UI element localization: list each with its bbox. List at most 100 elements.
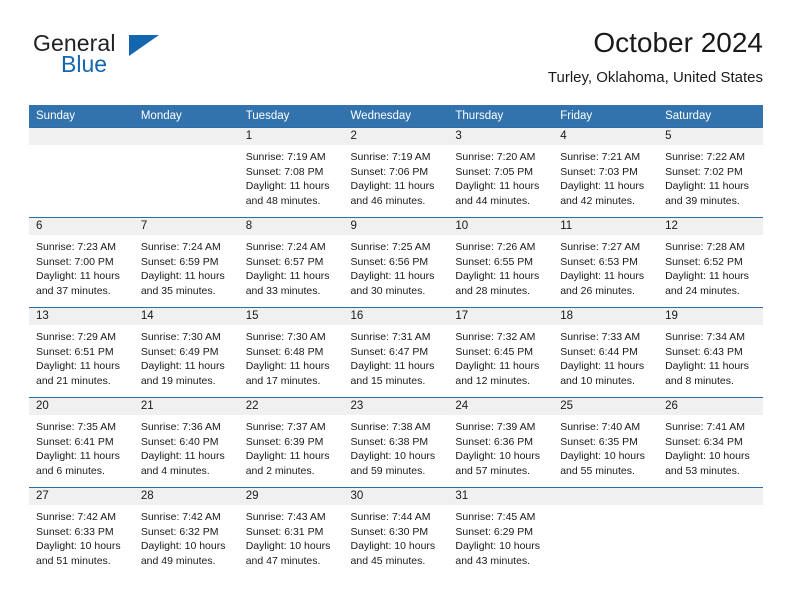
weekday-header-sunday: Sunday bbox=[29, 105, 134, 128]
day-detail-line: Daylight: 11 hours bbox=[350, 270, 435, 283]
day-detail-line: Sunrise: 7:19 AM bbox=[245, 151, 326, 163]
calendar-day-cell[interactable]: 28 Sunrise: 7:42 AM Sunset: 6:32 PM Dayligh… bbox=[133, 487, 239, 577]
day-detail-line: Sunset: 6:38 PM bbox=[350, 435, 429, 448]
calendar-day-cell[interactable]: 8 Sunrise: 7:24 AM Sunset: 6:57 PM Daylight… bbox=[238, 217, 344, 308]
day-detail-line: and 48 minutes. bbox=[245, 194, 321, 207]
day-details: Sunrise: 7:32 AM Sunset: 6:45 PM Daylight:… bbox=[448, 325, 553, 388]
day-detail-line: and 10 minutes. bbox=[560, 374, 635, 387]
calendar-day-cell[interactable]: 14 Sunrise: 7:30 AM Sunset: 6:49 PM Dayligh… bbox=[133, 307, 239, 398]
calendar-day-cell[interactable]: 23 Sunrise: 7:38 AM Sunset: 6:38 PM Dayligh… bbox=[343, 397, 449, 488]
day-detail-line: and 4 minutes. bbox=[140, 464, 210, 477]
day-number: 31 bbox=[448, 488, 554, 505]
day-detail-line: Sunrise: 7:43 AM bbox=[245, 511, 326, 523]
calendar-day-cell[interactable]: 18 Sunrise: 7:33 AM Sunset: 6:44 PM Dayligh… bbox=[553, 307, 659, 398]
calendar-day-cell[interactable]: 19 Sunrise: 7:34 AM Sunset: 6:43 PM Dayligh… bbox=[658, 307, 763, 398]
day-details: Sunrise: 7:27 AM Sunset: 6:53 PM Daylight:… bbox=[553, 235, 658, 298]
calendar-day-cell[interactable]: 15 Sunrise: 7:30 AM Sunset: 6:48 PM Dayligh… bbox=[238, 307, 344, 398]
day-detail-line: Sunset: 6:57 PM bbox=[245, 255, 324, 268]
day-detail-line: Daylight: 11 hours bbox=[245, 450, 330, 463]
day-detail-line: Sunset: 6:40 PM bbox=[140, 435, 219, 448]
day-details: Sunrise: 7:26 AM Sunset: 6:55 PM Daylight:… bbox=[448, 235, 553, 298]
day-number: 7 bbox=[133, 218, 239, 235]
day-number: 1 bbox=[238, 128, 344, 145]
day-detail-line: Sunrise: 7:32 AM bbox=[455, 331, 536, 343]
day-details: Sunrise: 7:40 AM Sunset: 6:35 PM Daylight:… bbox=[553, 415, 658, 478]
calendar-day-cell[interactable]: 6 Sunrise: 7:23 AM Sunset: 7:00 PM Daylight… bbox=[29, 217, 134, 308]
day-detail-line: and 59 minutes. bbox=[350, 464, 426, 477]
day-detail-line: and 35 minutes. bbox=[140, 284, 216, 297]
day-detail-line: Sunrise: 7:21 AM bbox=[560, 151, 641, 163]
weekday-header-saturday: Saturday bbox=[658, 105, 763, 128]
calendar-day-cell[interactable]: 31 Sunrise: 7:45 AM Sunset: 6:29 PM Dayligh… bbox=[448, 487, 554, 577]
calendar-day-cell[interactable]: 25 Sunrise: 7:40 AM Sunset: 6:35 PM Dayligh… bbox=[553, 397, 659, 488]
day-detail-line: Sunrise: 7:30 AM bbox=[245, 331, 326, 343]
calendar-day-cell[interactable]: 10 Sunrise: 7:26 AM Sunset: 6:55 PM Dayligh… bbox=[448, 217, 554, 308]
calendar-week-row: 6 Sunrise: 7:23 AM Sunset: 7:00 PM Daylight… bbox=[29, 217, 763, 308]
day-detail-line: Sunset: 7:00 PM bbox=[36, 255, 114, 268]
day-detail-line: Sunset: 7:03 PM bbox=[560, 165, 638, 178]
calendar-page: General Blue October 2024 Turley, Oklaho… bbox=[0, 0, 792, 612]
day-detail-line: Sunset: 6:34 PM bbox=[665, 435, 743, 448]
calendar-day-cell[interactable]: 3 Sunrise: 7:20 AM Sunset: 7:05 PM Daylight… bbox=[448, 127, 554, 218]
day-details: Sunrise: 7:24 AM Sunset: 6:57 PM Daylight:… bbox=[239, 235, 344, 298]
day-detail-line: and 6 minutes. bbox=[36, 464, 105, 477]
day-details: Sunrise: 7:30 AM Sunset: 6:49 PM Daylight:… bbox=[134, 325, 239, 388]
calendar-day-cell[interactable]: 17 Sunrise: 7:32 AM Sunset: 6:45 PM Dayligh… bbox=[448, 307, 554, 398]
day-detail-line: Sunset: 6:45 PM bbox=[455, 345, 534, 358]
day-detail-line: Daylight: 11 hours bbox=[140, 450, 225, 463]
day-detail-line: Daylight: 11 hours bbox=[350, 360, 435, 373]
day-detail-line: Daylight: 11 hours bbox=[350, 180, 435, 193]
day-number: 25 bbox=[553, 398, 659, 415]
day-detail-line: Sunset: 6:56 PM bbox=[350, 255, 429, 268]
calendar-day-cell[interactable]: 9 Sunrise: 7:25 AM Sunset: 6:56 PM Daylight… bbox=[343, 217, 449, 308]
weekday-header-monday: Monday bbox=[133, 105, 239, 128]
calendar-day-cell[interactable]: 7 Sunrise: 7:24 AM Sunset: 6:59 PM Daylight… bbox=[133, 217, 239, 308]
day-detail-line: Sunrise: 7:37 AM bbox=[245, 421, 326, 433]
calendar-day-cell[interactable]: 27 Sunrise: 7:42 AM Sunset: 6:33 PM Dayligh… bbox=[29, 487, 134, 577]
day-detail-line: and 30 minutes. bbox=[350, 284, 426, 297]
day-detail-line: Sunrise: 7:23 AM bbox=[36, 241, 116, 253]
day-detail-line: and 57 minutes. bbox=[455, 464, 531, 477]
day-detail-line: Sunset: 6:44 PM bbox=[560, 345, 638, 358]
day-detail-line: Sunset: 6:29 PM bbox=[455, 525, 534, 538]
day-detail-line: Daylight: 11 hours bbox=[36, 360, 120, 373]
calendar-day-cell[interactable]: 24 Sunrise: 7:39 AM Sunset: 6:36 PM Dayligh… bbox=[448, 397, 554, 488]
calendar-day-cell[interactable]: 1 Sunrise: 7:19 AM Sunset: 7:08 PM Daylight… bbox=[238, 127, 344, 218]
calendar-empty-cell bbox=[553, 487, 659, 577]
title-block: October 2024 Turley, Oklahoma, United St… bbox=[548, 26, 763, 89]
day-number: 27 bbox=[29, 488, 134, 505]
day-number: 6 bbox=[29, 218, 134, 235]
calendar-day-cell[interactable]: 26 Sunrise: 7:41 AM Sunset: 6:34 PM Dayligh… bbox=[658, 397, 763, 488]
calendar-day-cell[interactable]: 30 Sunrise: 7:44 AM Sunset: 6:30 PM Dayligh… bbox=[343, 487, 449, 577]
calendar-day-cell[interactable]: 13 Sunrise: 7:29 AM Sunset: 6:51 PM Dayligh… bbox=[29, 307, 134, 398]
day-details: Sunrise: 7:29 AM Sunset: 6:51 PM Daylight:… bbox=[29, 325, 134, 388]
calendar-day-cell[interactable]: 12 Sunrise: 7:28 AM Sunset: 6:52 PM Dayligh… bbox=[658, 217, 763, 308]
day-detail-line: Daylight: 10 hours bbox=[560, 450, 645, 463]
calendar-day-cell[interactable]: 5 Sunrise: 7:22 AM Sunset: 7:02 PM Daylight… bbox=[658, 127, 763, 218]
day-number: 9 bbox=[343, 218, 449, 235]
day-details: Sunrise: 7:30 AM Sunset: 6:48 PM Daylight:… bbox=[239, 325, 344, 388]
day-details: Sunrise: 7:36 AM Sunset: 6:40 PM Daylight:… bbox=[134, 415, 239, 478]
day-detail-line: and 26 minutes. bbox=[560, 284, 635, 297]
calendar-day-cell[interactable]: 11 Sunrise: 7:27 AM Sunset: 6:53 PM Dayligh… bbox=[553, 217, 659, 308]
day-detail-line: Daylight: 11 hours bbox=[560, 180, 645, 193]
calendar-day-cell[interactable]: 22 Sunrise: 7:37 AM Sunset: 6:39 PM Dayligh… bbox=[238, 397, 344, 488]
day-detail-line: Sunset: 7:08 PM bbox=[245, 165, 324, 178]
day-detail-line: and 37 minutes. bbox=[36, 284, 111, 297]
day-number: 19 bbox=[658, 308, 763, 325]
logo-triangle-icon bbox=[129, 35, 159, 56]
day-detail-line: and 55 minutes. bbox=[560, 464, 635, 477]
calendar-day-cell[interactable]: 21 Sunrise: 7:36 AM Sunset: 6:40 PM Dayligh… bbox=[133, 397, 239, 488]
calendar-day-cell[interactable]: 16 Sunrise: 7:31 AM Sunset: 6:47 PM Dayligh… bbox=[343, 307, 449, 398]
day-detail-line: and 49 minutes. bbox=[140, 554, 216, 567]
calendar-day-cell[interactable]: 29 Sunrise: 7:43 AM Sunset: 6:31 PM Dayligh… bbox=[238, 487, 344, 577]
day-detail-line: and 43 minutes. bbox=[455, 554, 531, 567]
calendar-day-cell[interactable]: 20 Sunrise: 7:35 AM Sunset: 6:41 PM Dayligh… bbox=[29, 397, 134, 488]
calendar-day-cell[interactable]: 2 Sunrise: 7:19 AM Sunset: 7:06 PM Daylight… bbox=[343, 127, 449, 218]
day-detail-line: and 51 minutes. bbox=[36, 554, 111, 567]
calendar-week-row: 1 Sunrise: 7:19 AM Sunset: 7:08 PM Daylight… bbox=[29, 127, 763, 218]
day-detail-line: Sunset: 6:55 PM bbox=[455, 255, 534, 268]
calendar-day-cell[interactable]: 4 Sunrise: 7:21 AM Sunset: 7:03 PM Daylight… bbox=[553, 127, 659, 218]
day-details: Sunrise: 7:42 AM Sunset: 6:33 PM Daylight:… bbox=[29, 505, 134, 568]
day-detail-line: and 19 minutes. bbox=[140, 374, 216, 387]
